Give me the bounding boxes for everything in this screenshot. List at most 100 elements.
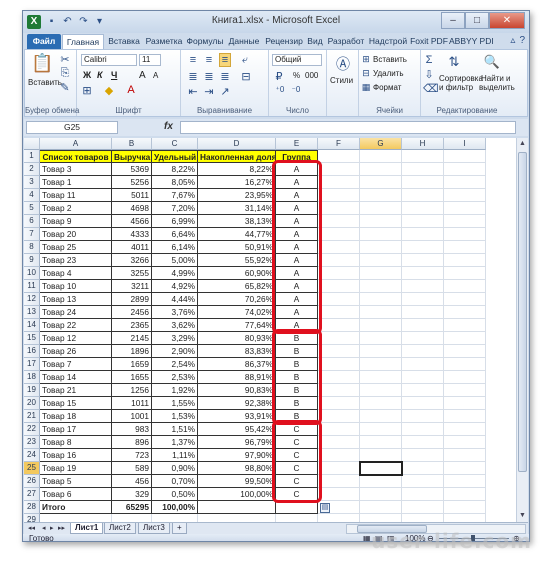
cell[interactable] xyxy=(444,462,486,475)
table-cell-share[interactable]: 5,00% xyxy=(152,254,198,267)
table-cell-name[interactable]: Товар 6 xyxy=(40,488,112,501)
table-cell-share[interactable]: 4,99% xyxy=(152,267,198,280)
header-cell[interactable]: Удельный вес xyxy=(152,150,198,163)
table-cell-cum[interactable]: 83,83% xyxy=(198,345,276,358)
table-cell-name[interactable]: Товар 1 xyxy=(40,176,112,189)
cell[interactable] xyxy=(360,202,402,215)
cell[interactable] xyxy=(402,319,444,332)
font-color-icon[interactable]: A xyxy=(125,84,137,96)
vertical-scroll-thumb[interactable] xyxy=(518,152,527,472)
cell[interactable] xyxy=(318,436,360,449)
cell[interactable] xyxy=(360,293,402,306)
select-all-corner[interactable] xyxy=(24,138,40,150)
cell[interactable] xyxy=(402,462,444,475)
table-cell-cum[interactable]: 96,79% xyxy=(198,436,276,449)
cell[interactable] xyxy=(360,501,402,514)
merge-center-icon[interactable]: ⊟ xyxy=(239,70,253,83)
table-cell-revenue[interactable]: 589 xyxy=(112,462,152,475)
table-cell-share[interactable]: 4,92% xyxy=(152,280,198,293)
table-cell-revenue[interactable]: 5256 xyxy=(112,176,152,189)
align-right-icon[interactable]: ≣ xyxy=(219,70,231,83)
shrink-font-button[interactable]: A xyxy=(153,71,158,80)
row-header[interactable]: 20 xyxy=(24,397,40,410)
cell[interactable] xyxy=(444,241,486,254)
delete-cells-button[interactable]: Удалить xyxy=(373,69,404,78)
row-header[interactable]: 6 xyxy=(24,215,40,228)
grow-font-button[interactable]: A xyxy=(139,70,146,81)
cell[interactable] xyxy=(318,514,360,522)
cell[interactable] xyxy=(360,176,402,189)
styles-icon[interactable]: Ⓐ xyxy=(335,54,351,74)
cell[interactable] xyxy=(444,423,486,436)
cell[interactable] xyxy=(444,371,486,384)
cell[interactable] xyxy=(318,384,360,397)
table-cell-revenue[interactable]: 4333 xyxy=(112,228,152,241)
table-cell-share[interactable]: 2,53% xyxy=(152,371,198,384)
table-cell-revenue[interactable]: 3211 xyxy=(112,280,152,293)
sheet-tab-3[interactable]: Лист3 xyxy=(138,523,170,534)
column-header-d[interactable]: D xyxy=(198,138,276,150)
table-cell-cum[interactable]: 65,82% xyxy=(198,280,276,293)
table-cell-revenue[interactable]: 5011 xyxy=(112,189,152,202)
cell[interactable] xyxy=(318,228,360,241)
cell[interactable] xyxy=(276,514,318,522)
cell[interactable] xyxy=(360,189,402,202)
sheet-tab-1[interactable]: Лист1 xyxy=(70,523,104,534)
row-header[interactable]: 28 xyxy=(24,501,40,514)
format-cells-button[interactable]: Формат xyxy=(373,83,401,92)
table-cell-name[interactable]: Товар 15 xyxy=(40,397,112,410)
prev-sheet-icon[interactable]: ◂ xyxy=(42,524,46,532)
cell[interactable] xyxy=(444,514,486,522)
table-cell-cum[interactable]: 97,90% xyxy=(198,449,276,462)
table-cell-revenue[interactable]: 723 xyxy=(112,449,152,462)
header-cell[interactable]: Выручка xyxy=(112,150,152,163)
table-cell-revenue[interactable]: 1001 xyxy=(112,410,152,423)
table-cell-share[interactable]: 1,11% xyxy=(152,449,198,462)
cell[interactable] xyxy=(402,280,444,293)
cell[interactable] xyxy=(360,150,402,163)
cell[interactable] xyxy=(360,436,402,449)
row-header[interactable]: 16 xyxy=(24,345,40,358)
row-header[interactable]: 23 xyxy=(24,436,40,449)
cell[interactable] xyxy=(444,449,486,462)
cell[interactable] xyxy=(360,241,402,254)
tab-formulas[interactable]: Формулы xyxy=(185,34,225,49)
cell[interactable] xyxy=(360,306,402,319)
cell[interactable] xyxy=(444,228,486,241)
table-cell-share[interactable]: 0,90% xyxy=(152,462,198,475)
header-cell[interactable]: Список товаров xyxy=(40,150,112,163)
cell[interactable] xyxy=(360,319,402,332)
minimize-button[interactable]: – xyxy=(441,12,465,29)
row-header[interactable]: 2 xyxy=(24,163,40,176)
table-cell-share[interactable]: 1,92% xyxy=(152,384,198,397)
column-header-b[interactable]: B xyxy=(112,138,152,150)
table-cell-cum[interactable]: 88,91% xyxy=(198,371,276,384)
table-cell-cum[interactable]: 55,92% xyxy=(198,254,276,267)
table-cell-name[interactable]: Товар 24 xyxy=(40,306,112,319)
paste-label[interactable]: Вставить xyxy=(28,78,62,87)
column-header-h[interactable]: H xyxy=(402,138,444,150)
table-cell-name[interactable]: Товар 13 xyxy=(40,293,112,306)
cell[interactable] xyxy=(318,345,360,358)
table-cell-revenue[interactable]: 3255 xyxy=(112,267,152,280)
cell[interactable] xyxy=(402,293,444,306)
align-center-icon[interactable]: ≣ xyxy=(203,70,215,83)
table-cell-cum[interactable]: 31,14% xyxy=(198,202,276,215)
cell[interactable] xyxy=(360,514,402,522)
align-left-icon[interactable]: ≣ xyxy=(187,70,199,83)
cell[interactable] xyxy=(444,345,486,358)
scroll-down-icon[interactable]: ▼ xyxy=(517,510,528,522)
help-icon[interactable]: ? xyxy=(519,35,525,46)
cell[interactable] xyxy=(318,397,360,410)
table-cell-name[interactable]: Товар 9 xyxy=(40,215,112,228)
table-cell-revenue[interactable]: 896 xyxy=(112,436,152,449)
insert-cells-button[interactable]: Вставить xyxy=(373,55,407,64)
cell[interactable] xyxy=(360,215,402,228)
cell[interactable] xyxy=(360,423,402,436)
cell[interactable] xyxy=(402,514,444,522)
table-cell-cum[interactable]: 92,38% xyxy=(198,397,276,410)
table-cell-share[interactable]: 1,55% xyxy=(152,397,198,410)
row-header[interactable]: 22 xyxy=(24,423,40,436)
align-middle-icon[interactable]: ≡ xyxy=(203,54,215,66)
cell[interactable] xyxy=(318,449,360,462)
